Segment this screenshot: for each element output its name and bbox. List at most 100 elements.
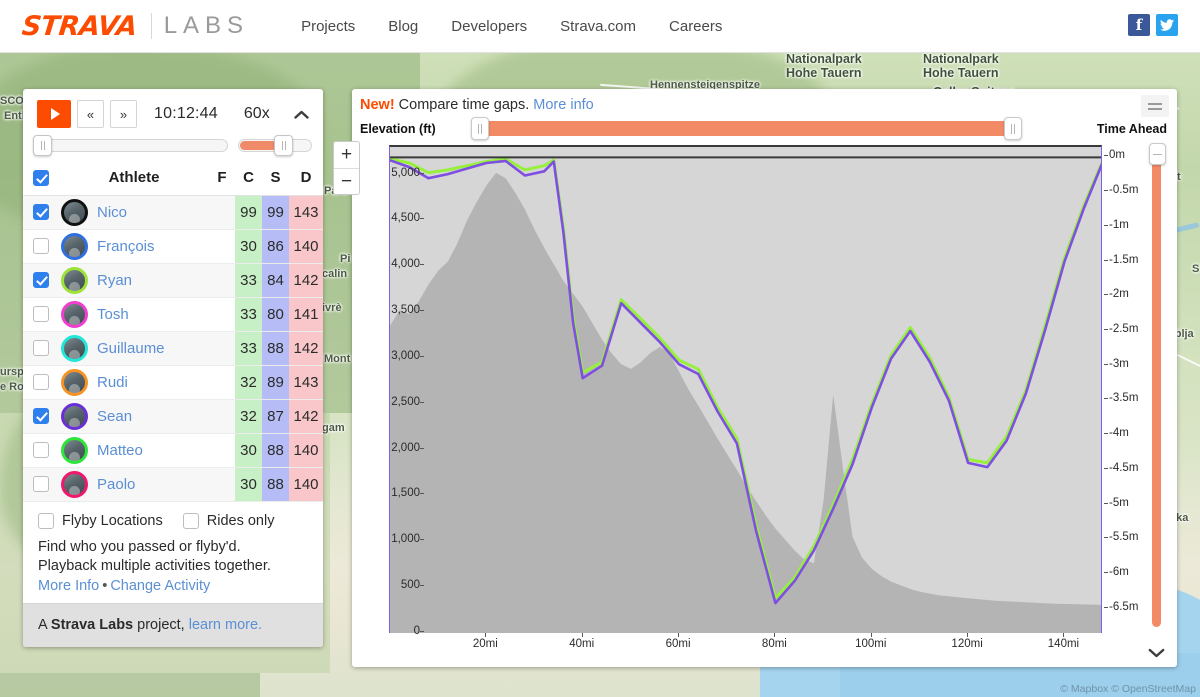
table-row[interactable]: Matteo 30 88 140 bbox=[23, 433, 323, 469]
athlete-name[interactable]: Nico bbox=[97, 204, 127, 221]
site-header: STRAVA LABS Projects Blog Developers Str… bbox=[0, 0, 1200, 53]
avatar[interactable] bbox=[61, 267, 88, 295]
avatar[interactable] bbox=[61, 233, 88, 261]
row-select-cell[interactable] bbox=[23, 297, 59, 333]
athlete-name-wrap: Guillaume bbox=[61, 335, 208, 363]
row-select-cell[interactable] bbox=[23, 331, 59, 367]
map-label: gam bbox=[322, 422, 345, 434]
select-all-checkbox[interactable] bbox=[33, 170, 49, 187]
athlete-checkbox[interactable] bbox=[33, 306, 49, 323]
logo-divider bbox=[150, 13, 152, 39]
athlete-checkbox[interactable] bbox=[33, 442, 49, 459]
athlete-name-cell[interactable]: Ryan bbox=[59, 263, 209, 299]
speed-slider-handle[interactable] bbox=[274, 135, 294, 156]
athlete-checkbox[interactable] bbox=[33, 204, 49, 221]
chevron-up-icon[interactable] bbox=[292, 103, 311, 126]
table-row[interactable]: Nico 99 99 143 bbox=[23, 195, 323, 231]
athlete-name-cell[interactable]: Paolo bbox=[59, 467, 209, 503]
row-select-cell[interactable] bbox=[23, 195, 59, 231]
time-range-slider[interactable] bbox=[471, 117, 1022, 140]
chevron-down-icon[interactable] bbox=[1148, 645, 1165, 663]
row-select-cell[interactable] bbox=[23, 467, 59, 503]
athlete-name-cell[interactable]: Guillaume bbox=[59, 331, 209, 367]
athlete-name-cell[interactable]: Rudi bbox=[59, 365, 209, 401]
header-athlete: Athlete bbox=[59, 162, 209, 197]
flyby-locations-checkbox[interactable] bbox=[38, 513, 54, 530]
vertical-slider-handle[interactable] bbox=[1149, 143, 1166, 165]
avatar[interactable] bbox=[61, 403, 88, 431]
nav-strava-com[interactable]: Strava.com bbox=[560, 18, 636, 35]
flyby-locations-option[interactable]: Flyby Locations bbox=[38, 513, 163, 530]
facebook-icon[interactable]: f bbox=[1128, 14, 1150, 36]
athlete-checkbox[interactable] bbox=[33, 272, 49, 289]
elevation-plot[interactable] bbox=[389, 145, 1102, 633]
map-zoom-control[interactable]: + − bbox=[333, 141, 360, 195]
athlete-name[interactable]: Rudi bbox=[97, 374, 128, 391]
athlete-name-cell[interactable]: Tosh bbox=[59, 297, 209, 333]
table-row[interactable]: Paolo 30 88 140 bbox=[23, 467, 323, 503]
range-slider-handle-right[interactable] bbox=[1004, 117, 1022, 140]
play-button[interactable] bbox=[37, 100, 71, 128]
more-info-link[interactable]: More Info bbox=[38, 578, 99, 594]
athlete-name[interactable]: Guillaume bbox=[97, 340, 165, 357]
range-slider-handle-left[interactable] bbox=[471, 117, 489, 140]
speed-slider[interactable] bbox=[238, 135, 312, 156]
time-slider[interactable] bbox=[33, 135, 228, 156]
athlete-name[interactable]: Matteo bbox=[97, 442, 143, 459]
row-select-cell[interactable] bbox=[23, 399, 59, 435]
avatar[interactable] bbox=[61, 335, 88, 363]
vertical-slider-track[interactable] bbox=[1152, 157, 1161, 627]
athlete-checkbox[interactable] bbox=[33, 374, 49, 391]
row-select-cell[interactable] bbox=[23, 433, 59, 469]
table-row[interactable]: Guillaume 33 88 142 bbox=[23, 331, 323, 367]
nav-blog[interactable]: Blog bbox=[388, 18, 418, 35]
athlete-name-cell[interactable]: Matteo bbox=[59, 433, 209, 469]
athlete-name[interactable]: Sean bbox=[97, 408, 132, 425]
zoom-out-button[interactable]: − bbox=[334, 168, 359, 194]
strava-logo[interactable]: STRAVA bbox=[20, 11, 138, 42]
avatar[interactable] bbox=[61, 471, 88, 499]
playback-speed[interactable]: 60x bbox=[244, 105, 270, 123]
avatar[interactable] bbox=[61, 301, 88, 329]
athlete-name-cell[interactable]: François bbox=[59, 229, 209, 265]
table-row[interactable]: Rudi 32 89 143 bbox=[23, 365, 323, 401]
chevron-down-glyph bbox=[1148, 648, 1165, 658]
athlete-checkbox[interactable] bbox=[33, 476, 49, 493]
athlete-name[interactable]: François bbox=[97, 238, 155, 255]
rides-only-option[interactable]: Rides only bbox=[182, 513, 274, 530]
avatar[interactable] bbox=[61, 437, 88, 465]
athlete-name-cell[interactable]: Nico bbox=[59, 195, 209, 231]
row-select-cell[interactable] bbox=[23, 229, 59, 265]
table-row[interactable]: Tosh 33 80 141 bbox=[23, 297, 323, 333]
row-select-cell[interactable] bbox=[23, 365, 59, 401]
hamburger-icon[interactable] bbox=[1141, 95, 1169, 117]
learn-more-link[interactable]: learn more. bbox=[189, 617, 262, 633]
change-activity-link[interactable]: Change Activity bbox=[110, 578, 210, 594]
step-back-button[interactable]: « bbox=[77, 100, 104, 128]
rides-only-checkbox[interactable] bbox=[182, 513, 199, 530]
vertical-scale-slider[interactable] bbox=[1149, 143, 1166, 635]
athlete-name-cell[interactable]: Sean bbox=[59, 399, 209, 435]
athlete-name[interactable]: Paolo bbox=[97, 476, 135, 493]
athlete-name[interactable]: Tosh bbox=[97, 306, 129, 323]
twitter-icon[interactable] bbox=[1156, 14, 1178, 36]
athlete-name[interactable]: Ryan bbox=[97, 272, 132, 289]
athlete-checkbox[interactable] bbox=[33, 340, 49, 357]
avatar[interactable] bbox=[61, 369, 88, 397]
athlete-checkbox[interactable] bbox=[33, 408, 49, 425]
logo-block[interactable]: STRAVA LABS bbox=[20, 11, 249, 42]
row-select-cell[interactable] bbox=[23, 263, 59, 299]
step-forward-button[interactable]: » bbox=[110, 100, 137, 128]
table-row[interactable]: Ryan 33 84 142 bbox=[23, 263, 323, 299]
time-slider-handle[interactable] bbox=[33, 135, 52, 156]
nav-careers[interactable]: Careers bbox=[669, 18, 722, 35]
zoom-in-button[interactable]: + bbox=[334, 142, 359, 168]
nav-projects[interactable]: Projects bbox=[301, 18, 355, 35]
athlete-checkbox[interactable] bbox=[33, 238, 49, 255]
banner-more-info-link[interactable]: More info bbox=[533, 97, 593, 113]
table-row[interactable]: Sean 32 87 142 bbox=[23, 399, 323, 435]
avatar[interactable] bbox=[61, 199, 88, 227]
table-row[interactable]: François 30 86 140 bbox=[23, 229, 323, 265]
select-all-header[interactable] bbox=[23, 162, 59, 197]
nav-developers[interactable]: Developers bbox=[451, 18, 527, 35]
